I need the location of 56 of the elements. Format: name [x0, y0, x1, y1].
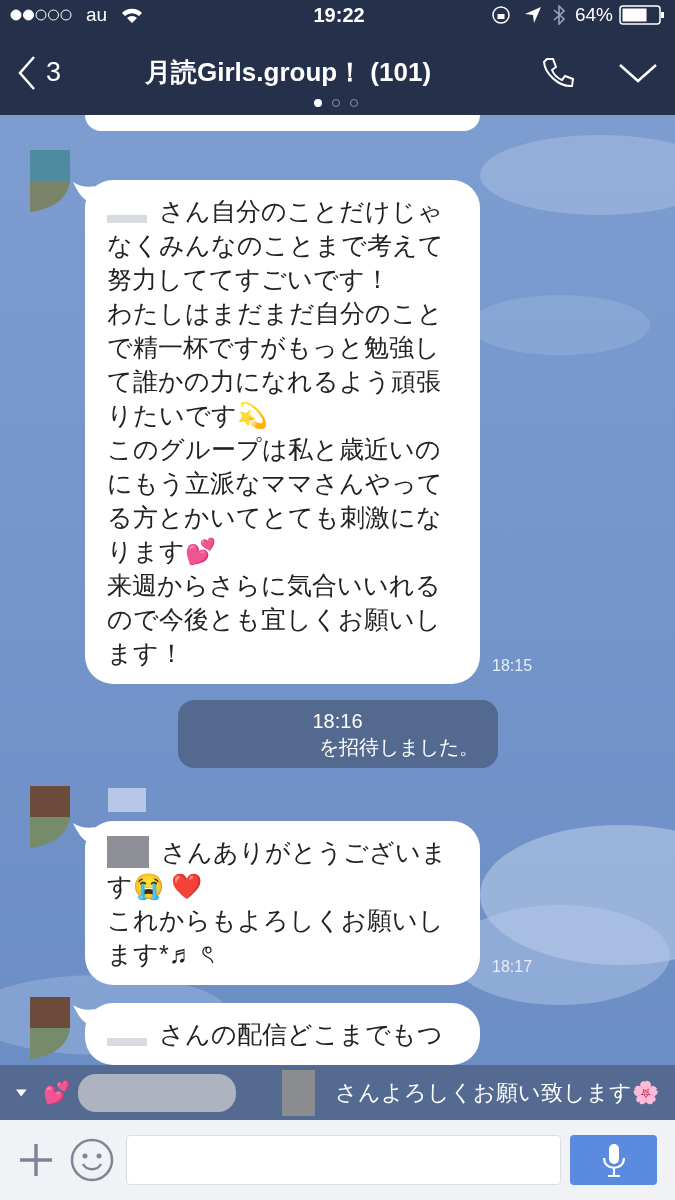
phone-icon [541, 55, 575, 90]
message-line: る方とかいてとても刺激にな [107, 502, 442, 533]
battery-percent: 64% [574, 2, 613, 27]
message-line: で精一杯ですがもっと勉強し [107, 332, 440, 363]
avatar [30, 150, 70, 212]
emoji-button[interactable] [70, 1138, 114, 1182]
plus-icon [18, 1142, 54, 1178]
message-input[interactable] [126, 1135, 562, 1185]
back-icon [18, 54, 36, 91]
redaction-mark [107, 215, 147, 223]
message-line: にもう立派なママさんやって [107, 468, 443, 499]
notification-emoji: 💕 [42, 1079, 70, 1107]
message-line: ます*♬ ৎ [107, 939, 214, 970]
microphone-icon [601, 1143, 626, 1177]
caret-icon [16, 1088, 27, 1097]
message-time: 18:17 [492, 957, 533, 977]
chat-title: 月読Girls.group！ (101) [145, 56, 432, 89]
rotation-lock-icon [490, 5, 511, 25]
system-time: 18:16 [312, 709, 363, 734]
message-line: 努力しててすごいです！ [107, 264, 390, 295]
menu-toggle-button[interactable] [619, 62, 657, 83]
bluetooth-icon [552, 5, 565, 25]
location-icon [524, 7, 541, 23]
message-time: 18:15 [492, 656, 533, 676]
avatar [30, 997, 70, 1059]
system-text: を招待しました。 [318, 735, 480, 760]
message-line: わたしはまだまだ自分のこと [107, 298, 443, 329]
message-line: さん自分のことだけじゃ [159, 196, 443, 227]
message-line: ます！ [107, 638, 184, 669]
redaction-mark [107, 1038, 147, 1046]
battery-icon [619, 5, 665, 25]
message-line: ります💕 [107, 536, 216, 567]
call-button[interactable] [541, 55, 575, 90]
message-line: さんの配信どこまでもつ [159, 1019, 443, 1050]
message-line: す😭 ❤ [107, 871, 202, 902]
message-line: これからもよろしくお願いし [107, 905, 444, 936]
redaction-mark [281, 1069, 315, 1116]
clock-time: 19:22 [312, 3, 365, 28]
add-button[interactable] [18, 1142, 54, 1178]
message-line: なくみんなのことまで考えて [107, 230, 444, 261]
voice-button[interactable] [570, 1135, 657, 1185]
back-button[interactable]: 3 [18, 52, 62, 93]
wifi-icon [121, 7, 144, 23]
notification-text: さんよろしくお願い致します🌸 [335, 1079, 659, 1107]
signal-icon [10, 9, 72, 21]
message-line: りたいです💫 [107, 400, 268, 432]
message-line: さんありがとうございま [161, 837, 447, 868]
message-line: このグループは私と歳近いの [107, 434, 441, 465]
message-line: ので今後とも宜しくお願いし [107, 604, 441, 635]
redaction-mark [107, 836, 149, 868]
message-line: て誰かの力になれるよう頑張 [107, 366, 441, 397]
message-line: 来週からさらに気合いいれる [107, 570, 441, 601]
smiley-icon [70, 1138, 114, 1182]
chevron-down-icon [619, 62, 657, 83]
carrier-name: au [86, 2, 108, 27]
avatar [30, 786, 70, 848]
